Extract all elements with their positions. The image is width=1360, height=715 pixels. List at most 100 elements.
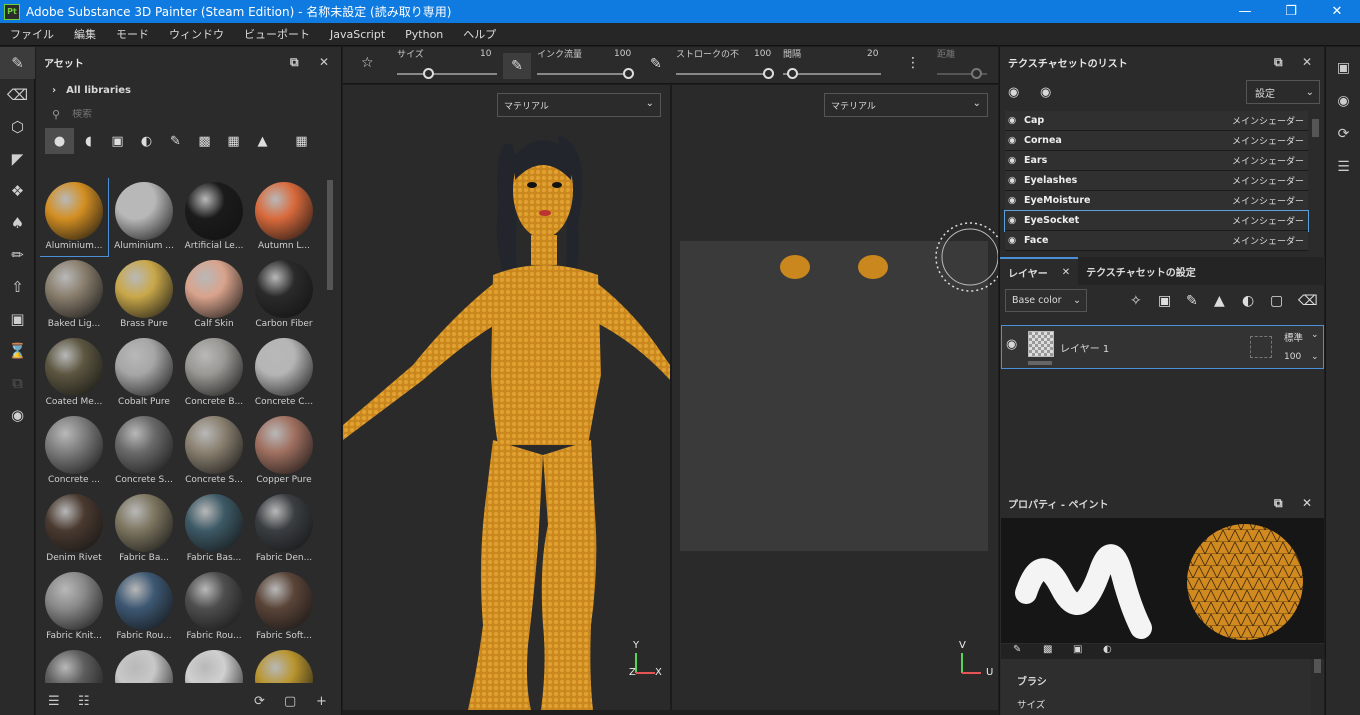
asset-thumbnail[interactable]: Fabric Ba... — [110, 490, 178, 568]
mask-filter[interactable]: ▣ — [103, 128, 132, 154]
minimize-button[interactable]: — — [1222, 0, 1268, 23]
asset-thumbnail[interactable]: Fabric Knit... — [40, 568, 108, 646]
asset-thumbnail[interactable]: Fabric Soft... — [250, 568, 318, 646]
asset-thumbnail[interactable]: Copper Pure — [250, 412, 318, 490]
menu-javascript[interactable]: JavaScript — [320, 28, 395, 41]
smart-material-filter[interactable]: ◖ — [74, 128, 103, 154]
close-button[interactable]: ✕ — [1314, 0, 1360, 23]
bake-button[interactable]: ▣ — [0, 303, 35, 335]
folder-icon[interactable]: ▢ — [284, 694, 296, 709]
stroke-pen-icon[interactable]: ✎ — [650, 56, 662, 72]
layer-mask-slot[interactable] — [1250, 336, 1272, 358]
layer-visibility-icon[interactable]: ◉ — [1006, 337, 1017, 352]
float-panel-icon[interactable]: ⧉ — [290, 55, 299, 70]
paint-tool-button[interactable]: ✎ — [0, 47, 35, 79]
refresh-icon[interactable]: ⟳ — [254, 694, 265, 709]
eye-icon[interactable]: ◉ — [1008, 215, 1024, 226]
asset-thumbnail[interactable]: Aluminium ... — [110, 178, 178, 256]
channel-select[interactable]: Base color ⌄ — [1005, 289, 1087, 312]
add-effect-icon[interactable]: ✧ — [1130, 293, 1142, 309]
stencil-tab-icon[interactable]: ▣ — [1073, 644, 1082, 655]
asset-scrollbar[interactable] — [327, 180, 333, 290]
asset-thumbnail[interactable] — [40, 646, 108, 683]
asset-thumbnail[interactable]: Concrete S... — [110, 412, 178, 490]
size-slider[interactable] — [397, 73, 497, 75]
brush-tab-icon[interactable]: ✎ — [1013, 644, 1021, 655]
texture-set-scrollbar[interactable] — [1312, 119, 1319, 137]
asset-thumbnail[interactable] — [180, 646, 248, 683]
screenshot-button[interactable]: ◉ — [0, 399, 35, 431]
close-panel-icon[interactable]: ✕ — [319, 55, 329, 69]
menu-edit[interactable]: 編集 — [64, 26, 106, 42]
material-tab-icon[interactable]: ◐ — [1103, 644, 1112, 655]
asset-thumbnail[interactable]: Fabric Bas... — [180, 490, 248, 568]
texture-set-row[interactable]: ◉ Ears メインシェーダー — [1005, 151, 1308, 171]
tab-layers[interactable]: レイヤー ✕ — [1000, 257, 1079, 285]
stroke-slider[interactable] — [676, 73, 771, 75]
alpha-filter[interactable]: ▩ — [190, 128, 219, 154]
maximize-button[interactable]: ❐ — [1268, 0, 1314, 23]
asset-thumbnail[interactable]: Autumn L... — [250, 178, 318, 256]
projection-tool-button[interactable]: ⬡ — [0, 111, 35, 143]
texture-set-settings-select[interactable]: 設定 ⌄ — [1246, 80, 1320, 104]
eye-icon[interactable]: ◉ — [1008, 115, 1024, 126]
asset-thumbnail[interactable]: Concrete C... — [250, 334, 318, 412]
blend-mode[interactable]: 標準 — [1284, 330, 1303, 344]
pin-icon[interactable]: ☆ — [361, 55, 374, 71]
shader-settings-button[interactable]: ◉ — [1326, 84, 1360, 117]
menu-mode[interactable]: モード — [106, 26, 159, 42]
asset-thumbnail[interactable]: Cobalt Pure — [110, 334, 178, 412]
texture-set-row[interactable]: ◉ Eyelashes メインシェーダー — [1005, 171, 1308, 191]
distance-slider-knob[interactable] — [971, 68, 982, 79]
visibility-toggle-icon[interactable]: ◉ — [1008, 85, 1019, 100]
properties-scrollbar[interactable] — [1314, 659, 1321, 673]
asset-thumbnail[interactable] — [110, 646, 178, 683]
alpha-tab-icon[interactable]: ▩ — [1043, 644, 1052, 655]
layer-row[interactable]: ◉ レイヤー 1 標準 ⌄ 100 ⌄ — [1001, 325, 1324, 369]
texture-set-row[interactable]: ◉ Cornea メインシェーダー — [1005, 131, 1308, 151]
color-picker-tool-button[interactable]: ✏ — [0, 239, 35, 271]
texture-set-row[interactable]: ◉ Face メインシェーダー — [1005, 231, 1308, 251]
menu-window[interactable]: ウィンドウ — [159, 26, 234, 42]
texture-set-row-selected[interactable]: ◉ EyeSocket メインシェーダー — [1004, 210, 1309, 232]
eye-icon[interactable]: ◉ — [1008, 195, 1024, 206]
flow-slider-knob[interactable] — [623, 68, 634, 79]
log-button[interactable]: ☰ — [1326, 150, 1360, 183]
display-settings-button[interactable]: ▣ — [1326, 51, 1360, 84]
asset-thumbnail[interactable]: Fabric Rou... — [180, 568, 248, 646]
asset-thumbnail[interactable]: Fabric Rou... — [110, 568, 178, 646]
flow-pen-icon[interactable]: ✎ — [503, 53, 531, 79]
brush-filter[interactable]: ✎ — [161, 128, 190, 154]
asset-thumbnail[interactable]: Concrete S... — [180, 412, 248, 490]
add-icon[interactable]: + — [316, 694, 327, 709]
eye-icon[interactable]: ◉ — [1008, 135, 1024, 146]
stroke-slider-knob[interactable] — [763, 68, 774, 79]
asset-thumbnail[interactable]: Carbon Fiber — [250, 256, 318, 334]
viewport-2d[interactable]: マテリアル ⌄ V U — [672, 85, 998, 710]
asset-search-input[interactable] — [72, 108, 273, 120]
texture-set-row[interactable]: ◉ EyeMoisture メインシェーダー — [1005, 191, 1308, 211]
close-panel-icon[interactable]: ✕ — [1302, 55, 1312, 69]
add-folder-icon[interactable]: ▢ — [1270, 293, 1283, 309]
menu-python[interactable]: Python — [395, 28, 453, 41]
smart-material-icon[interactable]: ◐ — [1242, 293, 1254, 309]
history-button[interactable]: ⟳ — [1326, 117, 1360, 150]
procedural-filter[interactable]: ▦ — [219, 128, 248, 154]
tab-texture-set-settings[interactable]: テクスチャセットの設定 — [1078, 257, 1204, 285]
asset-thumbnail[interactable]: Concrete ... — [40, 412, 108, 490]
delete-layer-icon[interactable]: ⌫ — [1298, 293, 1318, 309]
asset-thumbnail[interactable]: Calf Skin — [180, 256, 248, 334]
eye-icon[interactable]: ◉ — [1008, 175, 1024, 186]
eraser-tool-button[interactable]: ⌫ — [0, 79, 35, 111]
filter-filter[interactable]: ◐ — [132, 128, 161, 154]
iray-button[interactable]: ⌛ — [0, 335, 35, 367]
lazy-mouse-icon[interactable]: ⋮ — [906, 55, 920, 71]
new-folder-icon[interactable]: ☷ — [78, 694, 90, 709]
add-fill-layer-icon[interactable]: ▲ — [1214, 293, 1225, 309]
library-selector[interactable]: › All libraries — [36, 77, 341, 103]
asset-thumbnail[interactable]: Aluminium... — [40, 178, 109, 257]
grid-view-button[interactable]: ▦ — [287, 128, 316, 154]
float-panel-icon[interactable]: ⧉ — [1274, 55, 1283, 70]
viewport-2d-mode-select[interactable]: マテリアル ⌄ — [824, 93, 988, 117]
eye-icon[interactable]: ◉ — [1040, 85, 1051, 100]
